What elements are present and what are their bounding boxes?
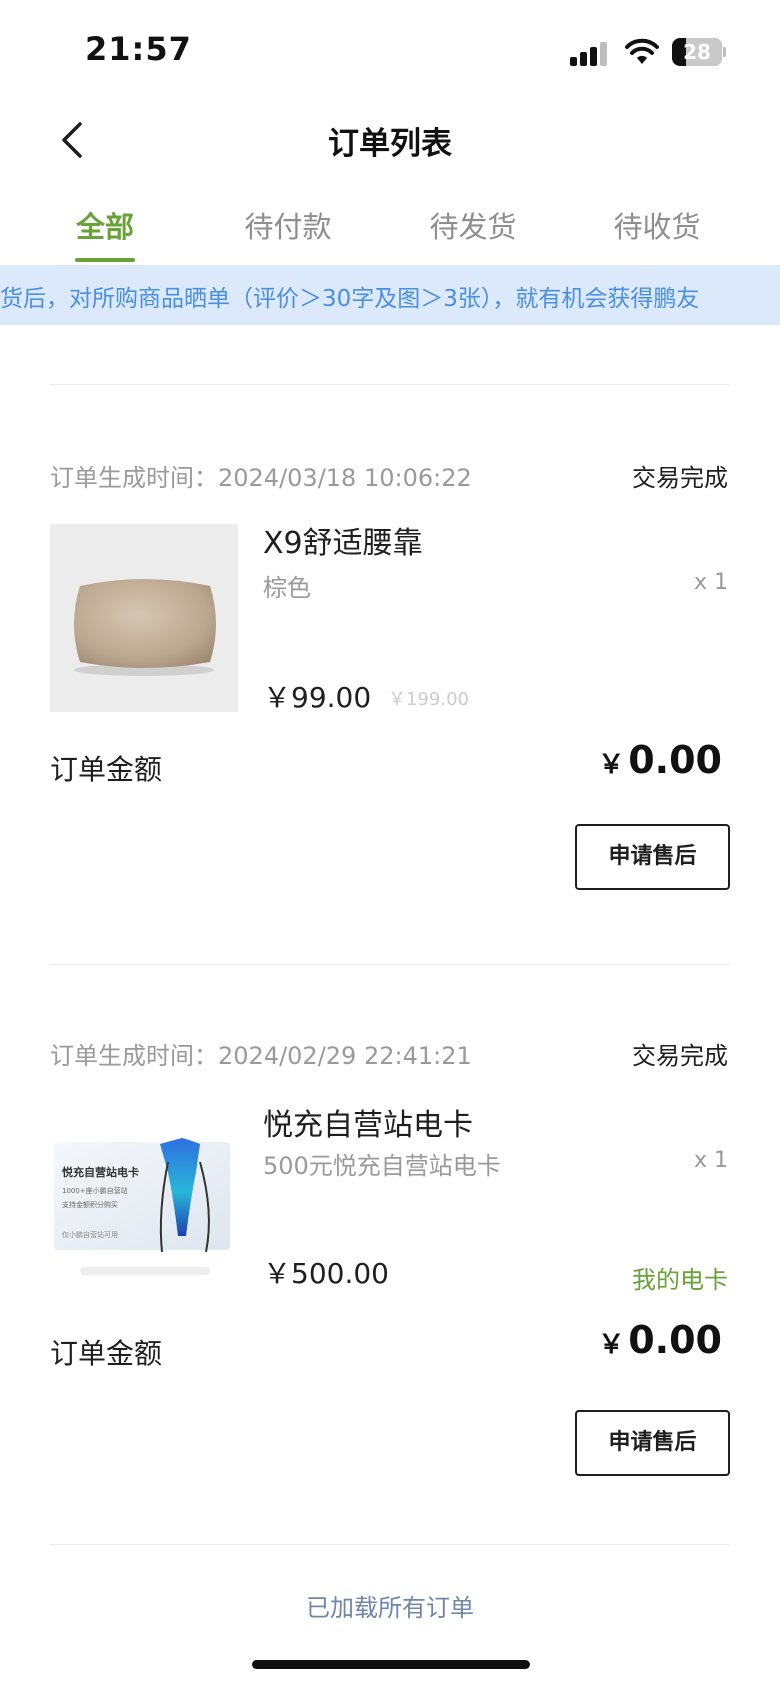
product-price: ￥500.00 <box>263 1257 389 1290</box>
original-price: ￥199.00 <box>388 689 469 710</box>
status-bar: 21:57 28 <box>0 0 780 100</box>
card-image-line2: 支持金额积分购买 <box>62 1201 118 1209</box>
notice-banner[interactable]: 货后，对所购商品晒单（评价＞30字及图＞3张），就有机会获得鹏友 <box>0 265 780 325</box>
apply-after-sale-button[interactable]: 申请售后 <box>575 1410 730 1476</box>
currency-symbol: ￥ <box>598 1330 625 1360</box>
tab-pending-payment[interactable]: 待付款 <box>208 204 368 246</box>
amount-number: 0.00 <box>628 738 722 782</box>
home-indicator[interactable] <box>252 1660 530 1669</box>
product-spec: 棕色 <box>263 574 311 602</box>
product-quantity: x 1 <box>693 1148 728 1173</box>
product-quantity: x 1 <box>693 570 728 595</box>
battery-level: 28 <box>683 40 711 64</box>
order-amount-label: 订单金额 <box>50 1337 163 1370</box>
amount-number: 0.00 <box>628 1318 722 1362</box>
order-amount-label: 订单金额 <box>50 753 163 786</box>
charging-card-image <box>54 1138 230 1275</box>
nav-bar: 订单列表 <box>0 100 780 180</box>
card-image-line1: 1000+座小鹏自营站 <box>62 1187 128 1195</box>
card-image-footer: 仅小鹏自营站可用 <box>62 1231 118 1239</box>
product-image[interactable]: 悦充自营站电卡 1000+座小鹏自营站 支持金额积分购买 仅小鹏自营站可用 <box>50 1102 238 1290</box>
product-price: ￥99.00 <box>263 681 372 714</box>
order-tabs: 全部 待付款 待发货 待收货 <box>0 190 780 265</box>
wifi-icon <box>625 38 659 64</box>
order-amount-value: ￥ 0.00 <box>598 1318 722 1362</box>
cellular-signal-icon <box>570 40 610 66</box>
my-card-link[interactable]: 我的电卡 <box>632 1260 728 1295</box>
status-time: 21:57 <box>85 30 192 68</box>
currency-symbol: ￥ <box>598 750 625 780</box>
tab-all[interactable]: 全部 <box>25 204 185 246</box>
divider <box>50 964 730 965</box>
order-amount-value: ￥ 0.00 <box>598 738 722 782</box>
order-status: 交易完成 <box>632 1042 728 1070</box>
all-orders-loaded-text: 已加载所有订单 <box>306 1594 474 1622</box>
chevron-left-icon <box>62 122 82 158</box>
battery-icon: 28 <box>672 38 726 66</box>
divider <box>50 384 730 385</box>
order-time: 订单生成时间：2024/03/18 10:06:22 <box>50 464 472 492</box>
tab-pending-receipt[interactable]: 待收货 <box>577 204 737 246</box>
order-card[interactable]: 订单生成时间：2024/03/18 10:06:22 交易完成 X9舒适腰靠 棕… <box>0 458 780 978</box>
page-title: 订单列表 <box>328 126 452 162</box>
order-status: 交易完成 <box>632 464 728 492</box>
tab-pending-shipment[interactable]: 待发货 <box>393 204 553 246</box>
product-image[interactable] <box>50 524 238 712</box>
apply-after-sale-button[interactable]: 申请售后 <box>575 824 730 890</box>
back-button[interactable] <box>50 116 98 164</box>
order-card[interactable]: 订单生成时间：2024/02/29 22:41:21 交易完成 悦充自营站电卡 <box>0 1036 780 1556</box>
notice-text: 货后，对所购商品晒单（评价＞30字及图＞3张），就有机会获得鹏友 <box>0 286 700 312</box>
active-tab-indicator <box>75 258 135 262</box>
product-name: X9舒适腰靠 <box>263 526 423 561</box>
product-spec: 500元悦充自营站电卡 <box>263 1152 501 1180</box>
card-image-title: 悦充自营站电卡 <box>62 1166 139 1179</box>
order-time: 订单生成时间：2024/02/29 22:41:21 <box>50 1042 472 1070</box>
lumbar-pillow-image <box>74 579 216 676</box>
divider <box>50 1544 730 1545</box>
product-name: 悦充自营站电卡 <box>263 1108 473 1143</box>
